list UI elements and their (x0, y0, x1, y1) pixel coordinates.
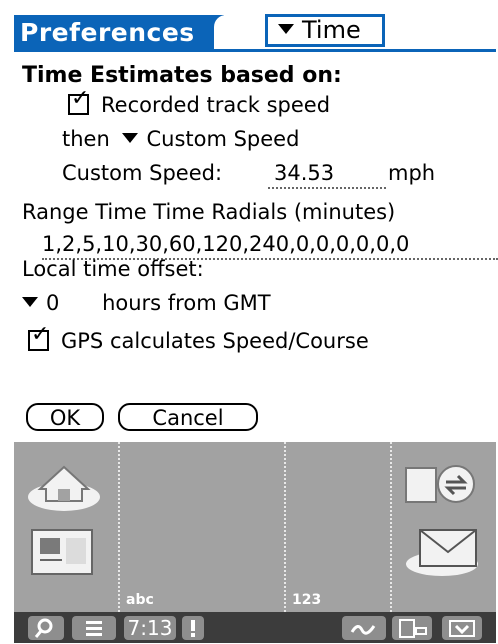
graffiti-abc-label: abc (126, 592, 154, 608)
menu-icon (86, 621, 102, 636)
then-label: then (62, 127, 110, 151)
offset-dropdown[interactable]: 0 (22, 291, 59, 315)
title-underline (14, 49, 496, 52)
search-icon (34, 618, 53, 638)
custom-speed-label: Custom Speed: (62, 161, 223, 185)
custom-speed-input[interactable]: 34.53 (268, 161, 386, 189)
checkmark-icon: ✓ (71, 85, 90, 111)
graffiti-divider (284, 442, 286, 612)
gps-calc-option[interactable]: ✓ GPS calculates Speed/Course (28, 323, 369, 353)
radials-input[interactable]: 1,2,5,10,30,60,120,240,0,0,0,0,0,0 (42, 232, 498, 260)
ok-button[interactable]: OK (26, 403, 104, 431)
input-area-toggle-button[interactable] (442, 616, 482, 640)
speed-unit: mph (388, 161, 436, 185)
time-estimates-heading: Time Estimates based on: (22, 63, 342, 88)
home-icon[interactable] (22, 455, 112, 515)
custom-speed-value: 34.53 (274, 161, 335, 185)
checkmark-icon: ✓ (31, 321, 50, 347)
gps-calc-label: GPS calculates Speed/Course (61, 329, 369, 353)
dropdown-arrow-icon (22, 297, 38, 307)
graffiti-divider (118, 442, 120, 612)
cancel-button[interactable]: Cancel (118, 403, 258, 431)
dropdown-arrow-icon (278, 24, 294, 34)
applications-icon[interactable] (22, 520, 112, 580)
recorded-track-speed-checkbox[interactable]: ✓ (68, 87, 89, 115)
exclamation-icon (191, 620, 195, 637)
mail-icon[interactable] (400, 520, 490, 580)
dropdown-arrow-icon (122, 133, 139, 143)
graffiti-123-label: 123 (292, 592, 322, 608)
graffiti-stroke-icon (350, 625, 376, 635)
then-row: then Custom Speed (62, 127, 299, 151)
offset-value: 0 (46, 291, 60, 315)
recorded-track-speed-label: Recorded track speed (101, 93, 331, 117)
find-button[interactable] (28, 616, 64, 640)
then-option-label: Custom Speed (146, 127, 300, 151)
recorded-track-speed-option[interactable]: ✓ Recorded track speed (68, 87, 331, 117)
gps-calc-checkbox[interactable]: ✓ (28, 323, 49, 351)
rotate-button[interactable] (392, 616, 432, 640)
offset-suffix: hours from GMT (102, 291, 271, 315)
graffiti-divider (390, 442, 392, 612)
alert-button[interactable] (182, 616, 204, 640)
title-tab-curve (214, 15, 226, 49)
section-selector-label: Time (302, 16, 361, 44)
clock-display[interactable]: 7:13 (124, 616, 176, 640)
section-selector[interactable]: Time (265, 14, 385, 47)
sync-icon[interactable] (398, 458, 488, 514)
menu-button[interactable] (72, 616, 116, 640)
download-icon (449, 620, 475, 637)
radials-value: 1,2,5,10,30,60,120,240,0,0,0,0,0,0 (42, 232, 410, 256)
page-title: Preferences (14, 15, 210, 51)
graffiti-toggle-button[interactable] (342, 616, 386, 640)
local-offset-label: Local time offset: (22, 257, 204, 281)
offset-row: 0 hours from GMT (22, 291, 271, 315)
rotate-screen-icon (399, 619, 427, 638)
radials-label: Range Time Time Radials (minutes) (22, 200, 396, 224)
then-dropdown[interactable]: Custom Speed (122, 127, 299, 151)
